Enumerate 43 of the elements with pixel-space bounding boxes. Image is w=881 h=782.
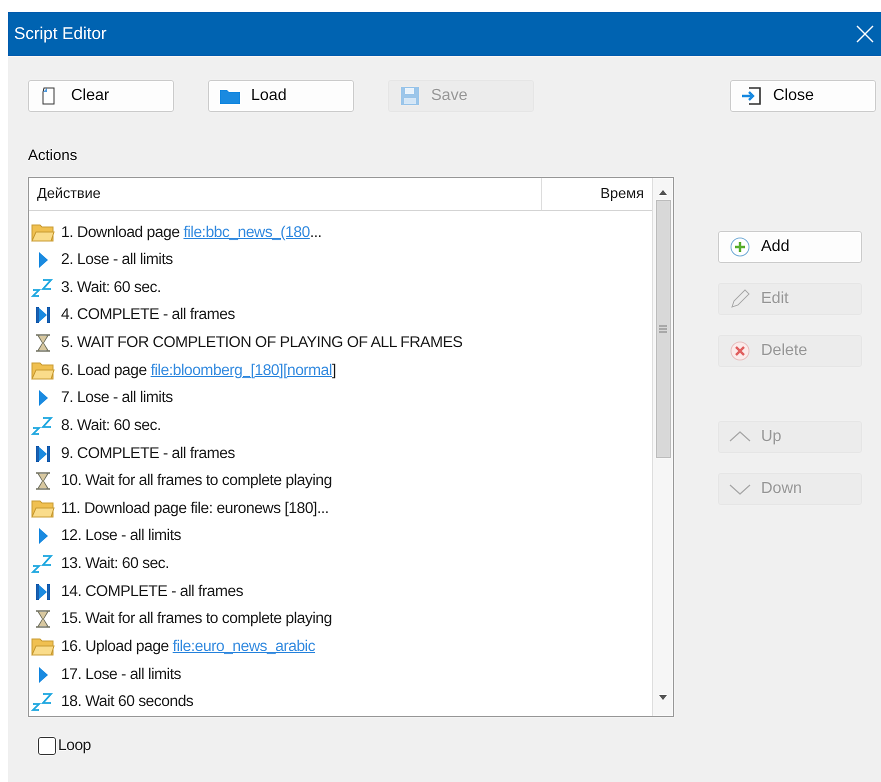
folder-icon [31,360,55,381]
delete-icon [729,340,751,362]
action-text[interactable]: 12. Lose - all limits [61,527,181,546]
sleep-icon [31,554,55,574]
sleep-icon [31,278,55,298]
folder-icon [31,498,55,519]
sleep-icon [31,416,55,436]
action-text[interactable]: 2. Lose - all limits [61,251,173,270]
action-text[interactable]: 11. Download page file: euronews [180]... [61,500,329,518]
plus-icon [729,236,751,258]
folder-icon [31,636,55,657]
action-text[interactable]: 9. COMPLETE - all frames [61,444,235,463]
close-button[interactable]: Close [730,80,876,112]
action-text[interactable]: 10. Wait for all frames to complete playing [61,472,332,490]
action-text[interactable]: 5. WAIT FOR COMPLETION OF PLAYING OF ALL FRAMES [61,334,462,352]
scroll-down-icon[interactable] [658,694,668,702]
close-icon[interactable] [855,24,875,44]
action-text[interactable]: 7. Lose - all limits [61,389,173,408]
action-text[interactable]: 15. Wait for all frames to complete playing [61,610,332,628]
sleep-icon [31,692,55,712]
action-text[interactable]: 16. Upload page file:euro_news_arabic [61,638,316,656]
clear-button[interactable]: Clear [28,80,174,112]
action-text[interactable]: 4. COMPLETE - all frames [61,306,235,324]
pencil-icon [729,288,751,310]
load-button[interactable]: Load [208,80,354,112]
add-button[interactable]: Add [718,231,862,263]
action-text[interactable]: 14. COMPLETE - all frames [61,582,244,601]
action-text[interactable]: 6. Load page file:bloomberg_[180][normal] [61,362,336,380]
action-text[interactable]: 13. Wait: 60 sec. [61,555,170,574]
checkbox-label[interactable]: Loop [58,737,91,755]
window-title: Script Editor [14,24,107,44]
exit-icon [741,85,763,107]
scroll-up-icon[interactable] [658,188,668,196]
action-text[interactable]: 8. Wait: 60 sec. [61,416,161,435]
action-text[interactable]: 1. Download page file:bbc_news_(180... [61,224,322,242]
action-text[interactable]: 18. Wait 60 seconds [61,693,194,712]
grip-icon [659,325,667,333]
folder-icon [31,222,55,243]
action-text[interactable]: 17. Lose - all limits [61,666,181,684]
scrollbar[interactable] [652,178,673,716]
section-label: Actions [28,147,78,164]
loop-checkbox[interactable] [38,737,56,755]
action-text[interactable]: 3. Wait: 60 sec. [61,278,161,297]
